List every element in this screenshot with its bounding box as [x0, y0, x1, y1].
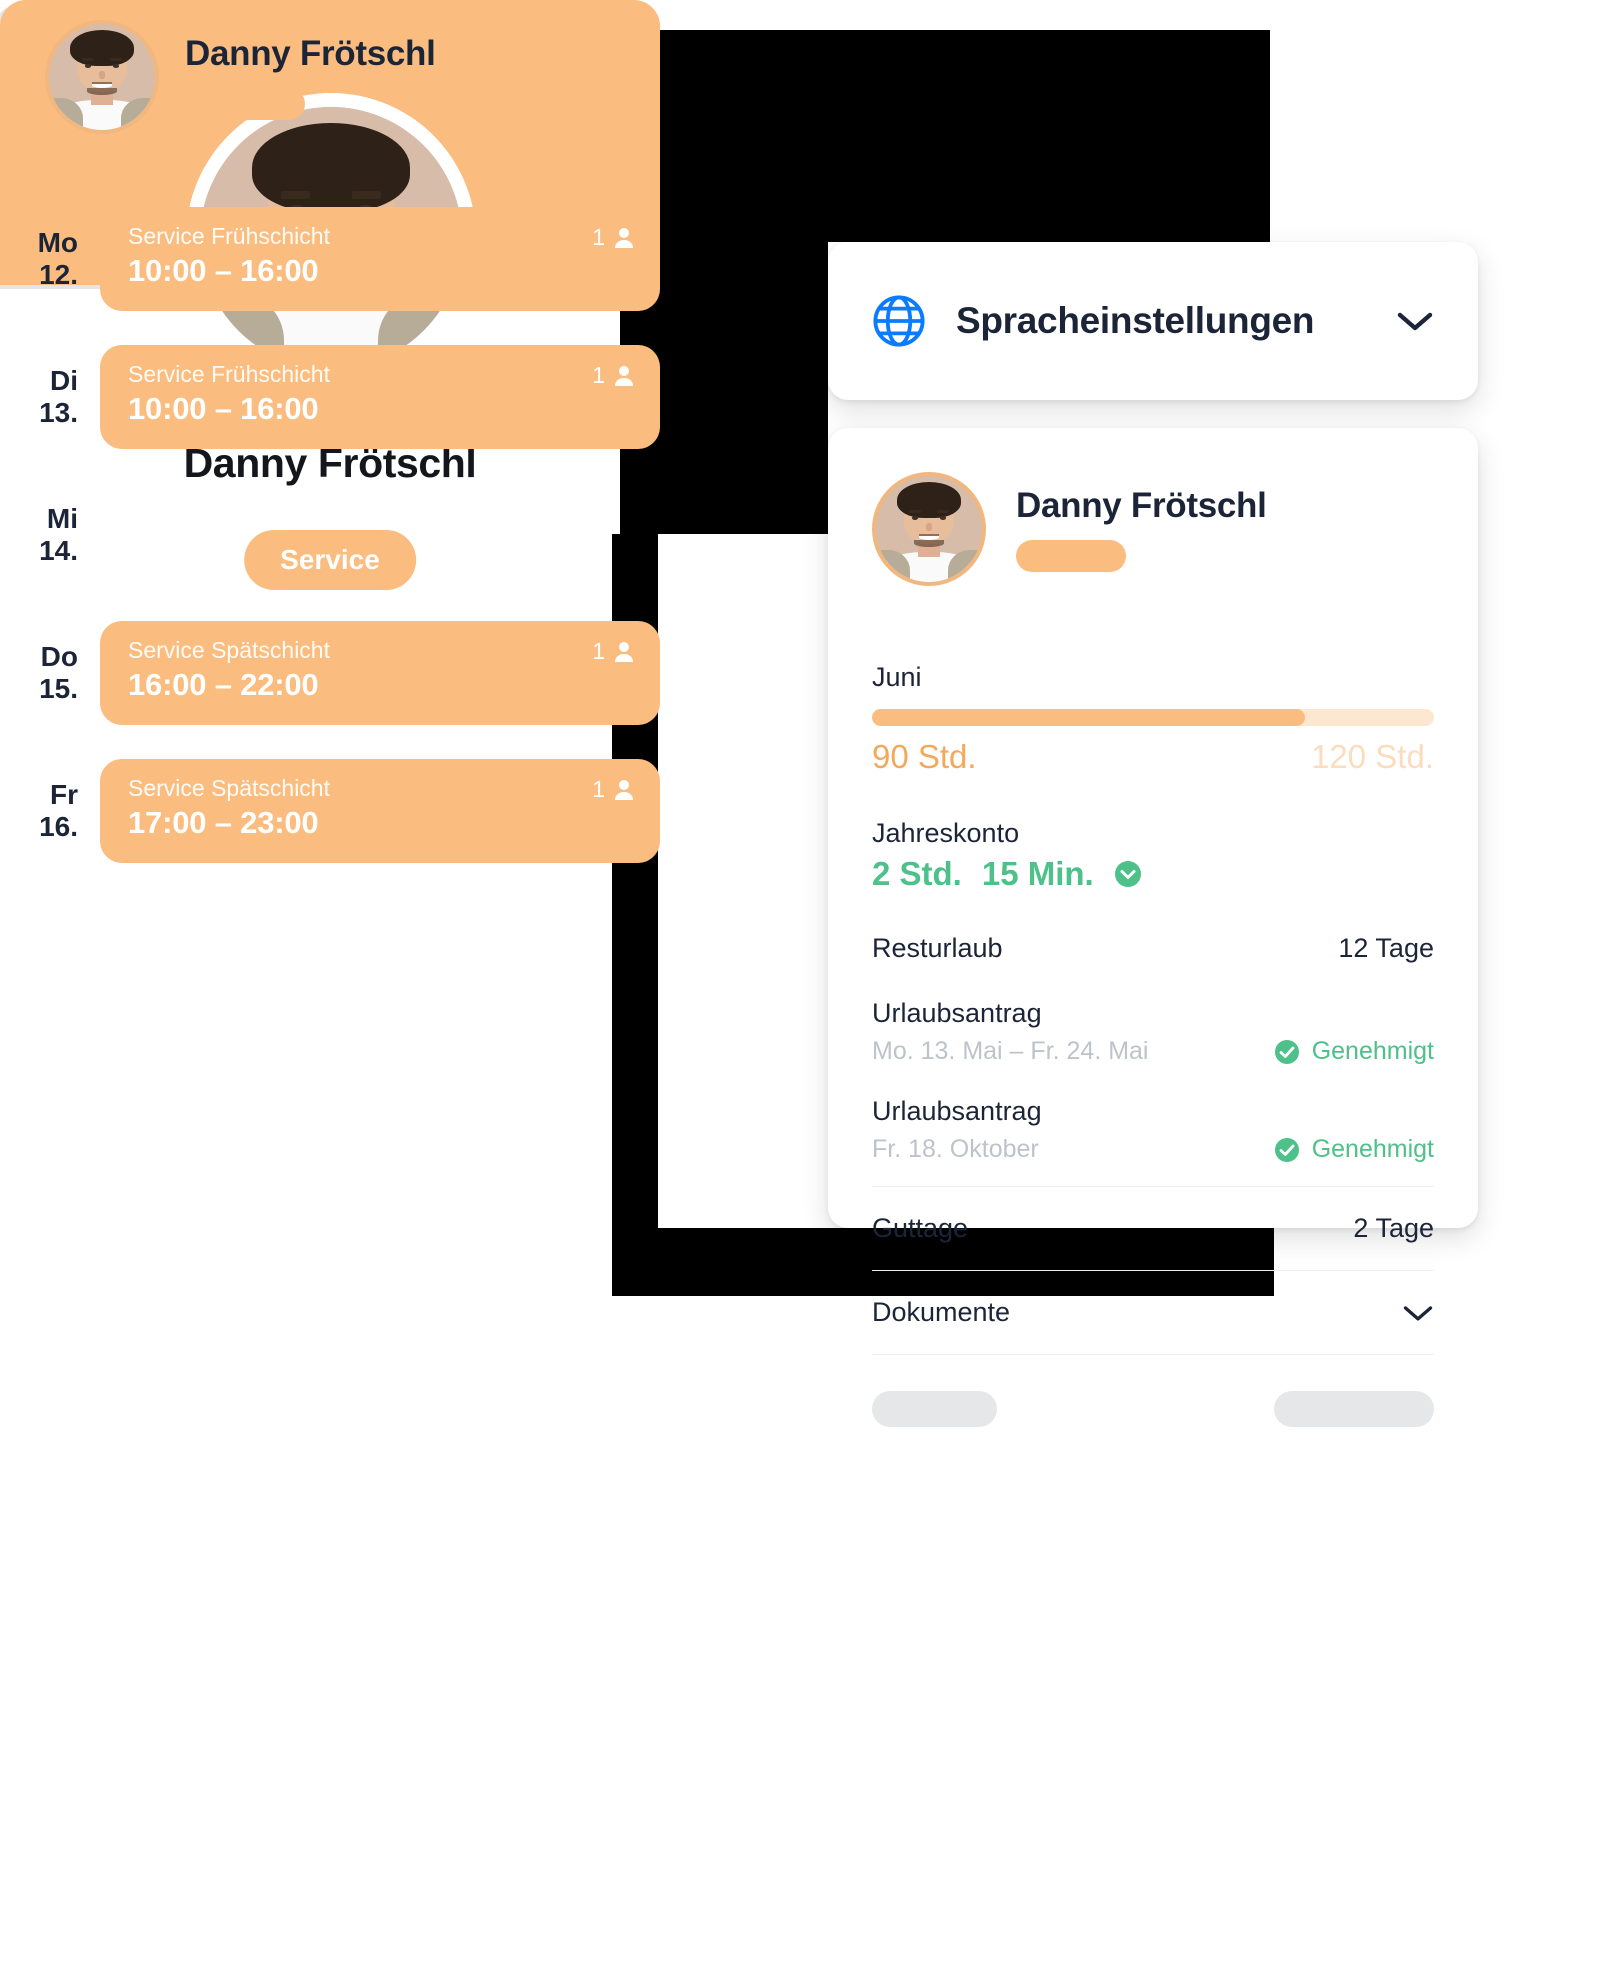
month-hours-current: 90 Std.: [872, 738, 977, 775]
detail-user-header: Danny Frötschl: [828, 428, 1478, 586]
language-settings-label: Spracheinstellungen: [956, 300, 1315, 341]
shift-block[interactable]: Service Spätschicht 16:00 – 22:00 1: [100, 621, 660, 725]
shift-title: Service Frühschicht: [128, 223, 330, 249]
status-badge: Genehmigt: [1274, 1135, 1434, 1164]
list-item[interactable]: Urlaubsantrag Fr. 18. Oktober Genehmigt: [872, 1088, 1434, 1186]
table-row[interactable]: Mi 14.: [0, 466, 660, 604]
user-photo: [45, 20, 159, 134]
shift-staff-count: 1: [592, 224, 634, 251]
detail-user-name: Danny Frötschl: [1016, 486, 1267, 525]
vacation-request-status: Genehmigt: [1311, 1135, 1434, 1163]
backdrop-wedge-top-right: [620, 30, 1270, 242]
shift-day-abbr: Do: [40, 640, 78, 672]
shift-title: Service Spätschicht: [128, 775, 330, 801]
person-icon: [615, 365, 633, 386]
vacation-request-title: Urlaubsantrag: [872, 998, 1042, 1028]
shift-day-num: 15.: [39, 673, 78, 704]
vacation-request-status: Genehmigt: [1311, 1037, 1434, 1065]
chevron-circle-down-icon[interactable]: [1114, 860, 1142, 888]
table-row[interactable]: Mo 12. Service Frühschicht 10:00 – 16:00…: [0, 190, 660, 328]
shift-list: Mo 12. Service Frühschicht 10:00 – 16:00…: [0, 190, 660, 880]
chevron-down-icon[interactable]: [1402, 1303, 1434, 1323]
year-account-value-row: 2 Std. 15 Min.: [872, 855, 1434, 893]
shift-staff-count: 1: [592, 776, 634, 803]
skeleton-placeholder-right: [1274, 1391, 1434, 1427]
employee-detail-card: Danny Frötschl Juni 90 Std. 120 Std. Jah…: [828, 428, 1478, 1427]
year-account-hours: 2 Std.: [872, 855, 962, 892]
shift-count-value: 1: [592, 224, 605, 250]
backdrop-wedge-card-gap: [658, 330, 828, 534]
shift-title: Service Spätschicht: [128, 637, 330, 663]
chevron-down-icon[interactable]: [1396, 309, 1434, 333]
credit-days-value: 2 Tage: [1353, 1213, 1434, 1243]
schedule-user-name: Danny Frötschl: [185, 34, 436, 73]
shift-day-num: 14.: [39, 535, 78, 566]
skeleton-placeholder-left: [872, 1391, 997, 1427]
person-icon: [615, 779, 633, 800]
shift-day-num: 13.: [39, 397, 78, 428]
vacation-request-dates: Fr. 18. Oktober: [872, 1135, 1039, 1163]
shift-day-label: Mi 14.: [0, 503, 100, 567]
month-hours-target: 120 Std.: [1311, 738, 1434, 775]
shift-block[interactable]: Service Spätschicht 17:00 – 23:00 1: [100, 759, 660, 863]
vacation-request-dates: Mo. 13. Mai – Fr. 24. Mai: [872, 1037, 1149, 1065]
shift-day-label: Fr 16.: [0, 779, 100, 843]
credit-days-row: Guttage 2 Tage: [872, 1187, 1434, 1270]
documents-label: Dokumente: [872, 1297, 1011, 1327]
globe-icon: [873, 295, 925, 347]
shift-count-value: 1: [592, 776, 605, 802]
shift-day-num: 16.: [39, 811, 78, 842]
shift-day-label: Do 15.: [0, 641, 100, 705]
year-account-minutes: 15 Min.: [981, 855, 1094, 892]
person-icon: [615, 227, 633, 248]
vacation-request-title: Urlaubsantrag: [872, 1096, 1042, 1126]
skeleton-row: [872, 1355, 1434, 1427]
shift-time: 16:00 – 22:00: [128, 667, 319, 702]
check-circle-icon: [1274, 1039, 1299, 1064]
month-label: Juni: [872, 662, 922, 692]
shift-count-value: 1: [592, 638, 605, 664]
shift-time: 17:00 – 23:00: [128, 805, 319, 840]
role-pill-placeholder: [185, 88, 305, 120]
role-pill-placeholder: [1016, 540, 1126, 572]
shift-day-abbr: Di: [50, 364, 78, 396]
table-row[interactable]: Do 15. Service Spätschicht 16:00 – 22:00…: [0, 604, 660, 742]
shift-staff-count: 1: [592, 638, 634, 665]
remaining-vacation-label: Resturlaub: [872, 933, 1003, 963]
shift-day-abbr: Mi: [46, 502, 78, 534]
shift-day-label: Mo 12.: [0, 227, 100, 291]
schedule-card: Danny Frötschl Mo 12. Service Frühschich…: [0, 20, 660, 1430]
shift-time: 10:00 – 16:00: [128, 391, 319, 426]
screenshot-stage: Danny Frötschl Service Danny Frötschl Mo…: [0, 0, 1600, 1980]
remaining-vacation-row: Resturlaub 12 Tage: [872, 893, 1434, 990]
status-badge: Genehmigt: [1274, 1037, 1434, 1066]
person-icon: [615, 641, 633, 662]
credit-days-label: Guttage: [872, 1213, 969, 1243]
shift-title: Service Frühschicht: [128, 361, 330, 387]
table-row[interactable]: Fr 16. Service Spätschicht 17:00 – 23:00…: [0, 742, 660, 880]
shift-block[interactable]: Service Frühschicht 10:00 – 16:00 1: [100, 207, 660, 311]
language-settings-bar[interactable]: Spracheinstellungen: [828, 242, 1478, 400]
shift-staff-count: 1: [592, 362, 634, 389]
shift-block[interactable]: Service Frühschicht 10:00 – 16:00 1: [100, 345, 660, 449]
shift-day-abbr: Mo: [37, 226, 78, 258]
shift-day-label: Di 13.: [0, 365, 100, 429]
shift-count-value: 1: [592, 362, 605, 388]
table-row[interactable]: Di 13. Service Frühschicht 10:00 – 16:00…: [0, 328, 660, 466]
documents-row[interactable]: Dokumente: [872, 1271, 1434, 1354]
remaining-vacation-value: 12 Tage: [1338, 933, 1434, 963]
shift-time: 10:00 – 16:00: [128, 253, 319, 288]
month-hours-progress-fill: [872, 709, 1305, 726]
shift-block-empty[interactable]: [100, 483, 660, 587]
detail-body: Juni 90 Std. 120 Std. Jahreskonto 2 Std.…: [828, 662, 1478, 1427]
year-account-label: Jahreskonto: [872, 818, 1020, 848]
month-hours-progress: [872, 709, 1434, 726]
list-item[interactable]: Urlaubsantrag Mo. 13. Mai – Fr. 24. Mai …: [872, 990, 1434, 1088]
schedule-user-header: Danny Frötschl: [45, 20, 436, 134]
shift-day-abbr: Fr: [50, 778, 78, 810]
month-hours-row: 90 Std. 120 Std.: [872, 738, 1434, 776]
user-photo: [872, 472, 986, 586]
check-circle-icon: [1274, 1137, 1299, 1162]
shift-day-num: 12.: [39, 259, 78, 290]
